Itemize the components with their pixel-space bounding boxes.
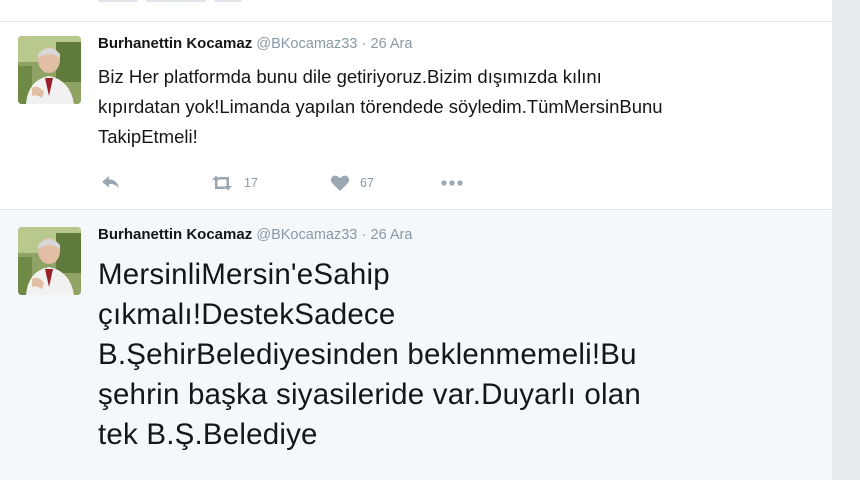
tweet-header: Burhanettin Kocamaz @BKocamaz33 · 26 Ara bbox=[98, 225, 412, 245]
heart-icon bbox=[330, 175, 350, 191]
reply-button[interactable] bbox=[100, 172, 122, 194]
reply-icon bbox=[102, 176, 119, 188]
like-count: 67 bbox=[360, 176, 374, 190]
more-icon bbox=[441, 180, 463, 186]
like-button[interactable]: 67 bbox=[330, 172, 374, 194]
tweet-date[interactable]: 26 Ara bbox=[371, 227, 413, 243]
tweet-text: MersinliMersin'eSahip çıkmalı!DestekSade… bbox=[98, 258, 641, 451]
tweet[interactable]: Burhanettin Kocamaz @BKocamaz33 · 26 Ara… bbox=[0, 211, 832, 480]
tweet-date[interactable]: 26 Ara bbox=[371, 36, 413, 52]
tweet-text: Biz Her platformda bunu dile getiriyoruz… bbox=[98, 66, 663, 147]
tweet-actions: 17 67 bbox=[98, 172, 518, 194]
retweet-count: 17 bbox=[244, 176, 258, 190]
tweet[interactable]: Burhanettin Kocamaz @BKocamaz33 · 26 Ara… bbox=[0, 22, 832, 210]
timeline-screenshot: Burhanettin Kocamaz @BKocamaz33 · 26 Ara… bbox=[0, 0, 860, 480]
author-name[interactable]: Burhanettin Kocamaz bbox=[98, 226, 252, 243]
previous-tweet-edge bbox=[0, 0, 832, 22]
author-name[interactable]: Burhanettin Kocamaz bbox=[98, 35, 252, 52]
more-button[interactable] bbox=[439, 172, 465, 194]
author-handle[interactable]: @BKocamaz33 bbox=[256, 36, 357, 52]
avatar[interactable] bbox=[18, 36, 81, 104]
avatar-portrait bbox=[18, 227, 81, 295]
avatar-portrait bbox=[18, 36, 81, 104]
previous-tweet-fragment bbox=[98, 0, 138, 2]
timeline-column: Burhanettin Kocamaz @BKocamaz33 · 26 Ara… bbox=[0, 0, 832, 480]
header-separator: · bbox=[361, 227, 367, 243]
retweet-button[interactable]: 17 bbox=[210, 172, 258, 194]
previous-tweet-fragment bbox=[146, 0, 206, 2]
previous-tweet-fragment bbox=[214, 0, 242, 2]
author-handle[interactable]: @BKocamaz33 bbox=[256, 227, 357, 243]
avatar[interactable] bbox=[18, 227, 81, 295]
retweet-icon bbox=[212, 175, 232, 191]
tweet-header: Burhanettin Kocamaz @BKocamaz33 · 26 Ara bbox=[98, 34, 412, 54]
header-separator: · bbox=[361, 36, 367, 52]
